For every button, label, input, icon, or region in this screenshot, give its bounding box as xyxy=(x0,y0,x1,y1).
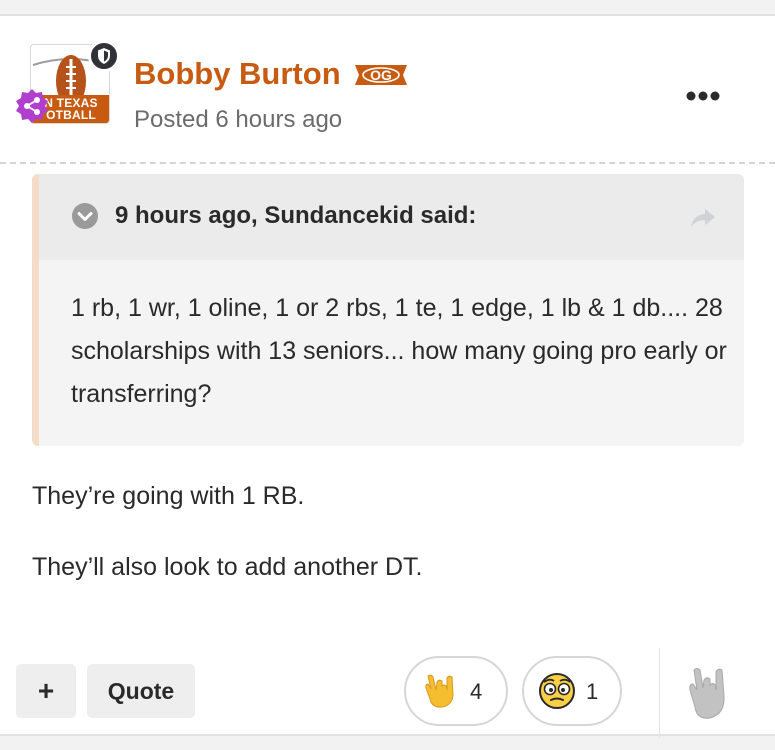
flushed-monocle-emoji xyxy=(539,673,575,709)
quote-button[interactable]: Quote xyxy=(87,664,195,718)
go-to-quoted-post-icon[interactable] xyxy=(689,206,717,230)
og-rank-badge: OG xyxy=(355,65,407,85)
post-timestamp[interactable]: Posted 6 hours ago xyxy=(134,106,342,134)
forum-post: N TEXAS OTBALL Bobby Burton OG Posted 6 … xyxy=(0,14,775,738)
share-badge-icon xyxy=(16,89,48,123)
avatar-group: N TEXAS OTBALL xyxy=(16,40,120,124)
more-options-icon[interactable] xyxy=(683,84,723,108)
post-paragraph: They’re going with 1 RB. xyxy=(32,482,305,510)
footer-divider xyxy=(659,648,660,738)
quote-citation: 9 hours ago, Sundancekid said: xyxy=(115,202,477,229)
moderator-shield-icon xyxy=(88,40,120,72)
og-badge-label: OG xyxy=(370,67,392,83)
reaction-horns[interactable]: 4 xyxy=(404,656,508,726)
header-divider xyxy=(0,162,775,164)
quote-text: 1 rb, 1 wr, 1 oline, 1 or 2 rbs, 1 te, 1… xyxy=(71,294,727,408)
author-name[interactable]: Bobby Burton xyxy=(134,56,341,92)
chevron-down-icon[interactable] xyxy=(71,202,99,230)
reaction-count: 1 xyxy=(586,679,599,704)
quote-block: 9 hours ago, Sundancekid said: 1 rb, 1 w… xyxy=(32,174,744,446)
reaction-count: 4 xyxy=(470,679,483,704)
post-paragraph: They’ll also look to add another DT. xyxy=(32,553,423,581)
quote-header: 9 hours ago, Sundancekid said: xyxy=(39,174,744,260)
reaction-confused[interactable]: 1 xyxy=(522,656,622,726)
horns-hand-emoji xyxy=(425,674,454,708)
multiquote-button[interactable]: + xyxy=(16,664,76,718)
horns-hand-gray-icon[interactable] xyxy=(684,662,730,722)
